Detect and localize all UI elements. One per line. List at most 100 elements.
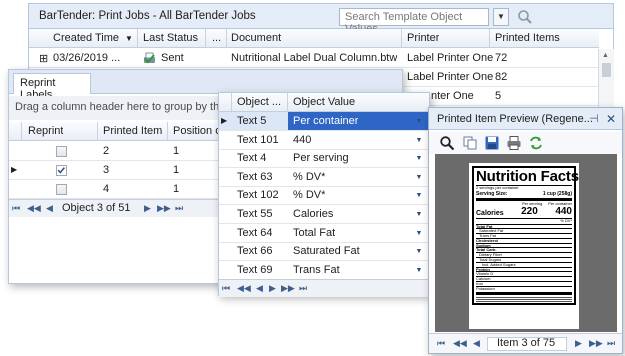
value-row[interactable]: Text 63 % DV* ▼ bbox=[219, 168, 429, 187]
nav-last-icon[interactable]: ⏭ bbox=[299, 283, 307, 294]
object-values-panel: Object ... Object Value ▶ Text 5 Per conta… bbox=[218, 92, 430, 297]
print-icon[interactable] bbox=[506, 135, 522, 151]
nav-prev-icon[interactable]: ◀ bbox=[46, 203, 53, 214]
nav-prev-icon[interactable]: ◀ bbox=[473, 338, 480, 349]
tab-reprint-labels[interactable]: Reprint Labels bbox=[13, 73, 91, 101]
cell-object-value[interactable]: Total Fat bbox=[293, 227, 335, 239]
zoom-icon[interactable] bbox=[439, 135, 455, 151]
expand-icon[interactable]: ⊞ bbox=[39, 52, 48, 65]
nav-next-page-icon[interactable]: ▶▶ bbox=[589, 338, 603, 349]
nf-nutrient-name: Incl. Added Sugars bbox=[482, 261, 516, 267]
value-row[interactable]: Text 66 Saturated Fat ▼ bbox=[219, 242, 429, 262]
cell-object-name: Text 101 bbox=[237, 133, 279, 146]
nav-first-icon[interactable]: ⏮ bbox=[12, 203, 20, 214]
nav-next-icon[interactable]: ▶ bbox=[269, 283, 276, 294]
save-icon[interactable] bbox=[484, 135, 500, 151]
values-navigator: ⏮ ◀◀ ◀ ▶ ▶▶ ⏭ bbox=[219, 279, 429, 297]
cell-object-name: Text 64 bbox=[237, 226, 273, 239]
col-object[interactable]: Object ... bbox=[237, 96, 281, 108]
nav-prev-page-icon[interactable]: ◀◀ bbox=[27, 203, 41, 214]
col-printed-items[interactable]: Printed Items bbox=[495, 32, 560, 44]
cell-printed-item: 4 bbox=[103, 183, 110, 195]
value-row[interactable]: Text 102 % DV* ▼ bbox=[219, 186, 429, 206]
nav-last-icon[interactable]: ⏭ bbox=[607, 338, 615, 349]
value-dropdown-button[interactable]: ▼ bbox=[412, 188, 426, 203]
search-dropdown-button[interactable]: ▼ bbox=[493, 8, 509, 26]
reprint-checkbox-checked[interactable] bbox=[56, 165, 67, 176]
col-reprint[interactable]: Reprint bbox=[28, 125, 63, 137]
cell-object-name: Text 66 bbox=[237, 245, 273, 258]
nav-next-page-icon[interactable]: ▶▶ bbox=[281, 283, 295, 294]
col-ellipsis[interactable]: ... bbox=[212, 32, 221, 44]
search-template-input[interactable]: Search Template Object Values bbox=[339, 8, 489, 35]
nf-nutrient-name: Trans Fat bbox=[479, 233, 496, 238]
cell-object-value[interactable]: Calories bbox=[293, 208, 333, 220]
pin-icon[interactable]: ⊣ bbox=[589, 112, 599, 125]
nav-last-icon[interactable]: ⏭ bbox=[175, 203, 183, 214]
value-row[interactable]: Text 4 Per serving ▼ bbox=[219, 149, 429, 169]
nav-position-text: Object 3 of 51 bbox=[62, 202, 131, 214]
nf-nutrient-name: Potassium bbox=[476, 285, 495, 291]
value-dropdown-button[interactable]: ▼ bbox=[412, 263, 426, 278]
nav-next-icon[interactable]: ▶ bbox=[144, 203, 151, 214]
nav-prev-icon[interactable]: ◀ bbox=[256, 283, 263, 294]
nav-prev-page-icon[interactable]: ◀◀ bbox=[237, 283, 251, 294]
cell-object-value[interactable]: Per serving bbox=[293, 152, 349, 164]
value-row[interactable]: Text 64 Total Fat ▼ bbox=[219, 224, 429, 243]
value-row[interactable]: Text 101 440 ▼ bbox=[219, 131, 429, 150]
col-printer[interactable]: Printer bbox=[407, 32, 439, 44]
nav-first-icon[interactable]: ⏮ bbox=[437, 338, 445, 349]
nf-nutrient-name: Sodium bbox=[476, 242, 491, 248]
close-icon[interactable]: ✕ bbox=[606, 112, 616, 126]
cell-printer: Label Printer One bbox=[407, 71, 494, 83]
cell-object-name: Text 63 bbox=[237, 170, 273, 183]
nf-nutrient-name: Calcium bbox=[476, 276, 491, 282]
value-row[interactable]: Text 55 Calories ▼ bbox=[219, 205, 429, 224]
cell-created: 03/26/2019 ... bbox=[53, 52, 121, 64]
col-document[interactable]: Document bbox=[231, 32, 281, 44]
jobs-vertical-scrollbar[interactable]: ▲ bbox=[598, 49, 614, 114]
col-printed-item[interactable]: Printed Item bbox=[103, 125, 162, 137]
cell-object-value[interactable]: Per container bbox=[293, 115, 358, 127]
nav-next-icon[interactable]: ▶ bbox=[575, 338, 582, 349]
values-header: Object ... Object Value bbox=[219, 93, 429, 112]
print-jobs-header: Created Time ▼ Last Status ... Document … bbox=[29, 29, 599, 48]
cell-object-value[interactable]: % DV* bbox=[293, 189, 325, 201]
nf-calories-container: 440 bbox=[555, 206, 572, 217]
value-row[interactable]: Text 69 Trans Fat ▼ bbox=[219, 261, 429, 280]
cell-document: Nutritional Label Dual Column.btw bbox=[231, 52, 398, 64]
value-dropdown-button[interactable]: ▼ bbox=[412, 170, 426, 185]
cell-printed-item: 2 bbox=[103, 145, 110, 157]
col-created-time[interactable]: Created Time bbox=[53, 32, 119, 44]
cell-object-value[interactable]: Trans Fat bbox=[293, 264, 340, 276]
value-dropdown-button[interactable]: ▼ bbox=[412, 133, 426, 148]
nf-nutrient-name: Total Sugars bbox=[479, 257, 502, 262]
nf-heading: Nutrition Facts bbox=[476, 168, 579, 185]
cell-object-value[interactable]: Saturated Fat bbox=[293, 245, 360, 257]
col-position[interactable]: Position o bbox=[173, 125, 221, 137]
nav-prev-page-icon[interactable]: ◀◀ bbox=[453, 338, 467, 349]
search-icon[interactable] bbox=[516, 8, 534, 26]
nav-first-icon[interactable]: ⏮ bbox=[222, 283, 230, 294]
regenerate-icon[interactable] bbox=[528, 135, 544, 151]
nf-nutrient-name: Total Fat bbox=[476, 223, 493, 229]
value-row-selected[interactable]: ▶ Text 5 Per container ▼ bbox=[219, 112, 429, 131]
copy-icon[interactable] bbox=[462, 135, 478, 151]
cell-printed-items: 72 bbox=[495, 52, 508, 64]
cell-printer: Label Printer One bbox=[407, 52, 494, 64]
value-dropdown-button[interactable]: ▼ bbox=[412, 226, 426, 241]
value-dropdown-button[interactable]: ▼ bbox=[412, 151, 426, 166]
nav-next-page-icon[interactable]: ▶▶ bbox=[157, 203, 171, 214]
value-dropdown-button[interactable]: ▼ bbox=[412, 114, 426, 129]
value-dropdown-button[interactable]: ▼ bbox=[412, 207, 426, 222]
col-last-status[interactable]: Last Status bbox=[143, 32, 198, 44]
table-row[interactable]: ⊞ 03/26/2019 ... Sent Nutritional Label … bbox=[29, 49, 599, 68]
row-indicator-icon: ▶ bbox=[221, 116, 228, 125]
col-object-value[interactable]: Object Value bbox=[293, 96, 355, 108]
value-dropdown-button[interactable]: ▼ bbox=[412, 244, 426, 259]
cell-position: 1 bbox=[173, 164, 180, 176]
cell-object-value[interactable]: 440 bbox=[293, 134, 311, 146]
reprint-checkbox[interactable] bbox=[56, 184, 67, 195]
cell-object-value[interactable]: % DV* bbox=[293, 171, 325, 183]
reprint-checkbox[interactable] bbox=[56, 146, 67, 157]
